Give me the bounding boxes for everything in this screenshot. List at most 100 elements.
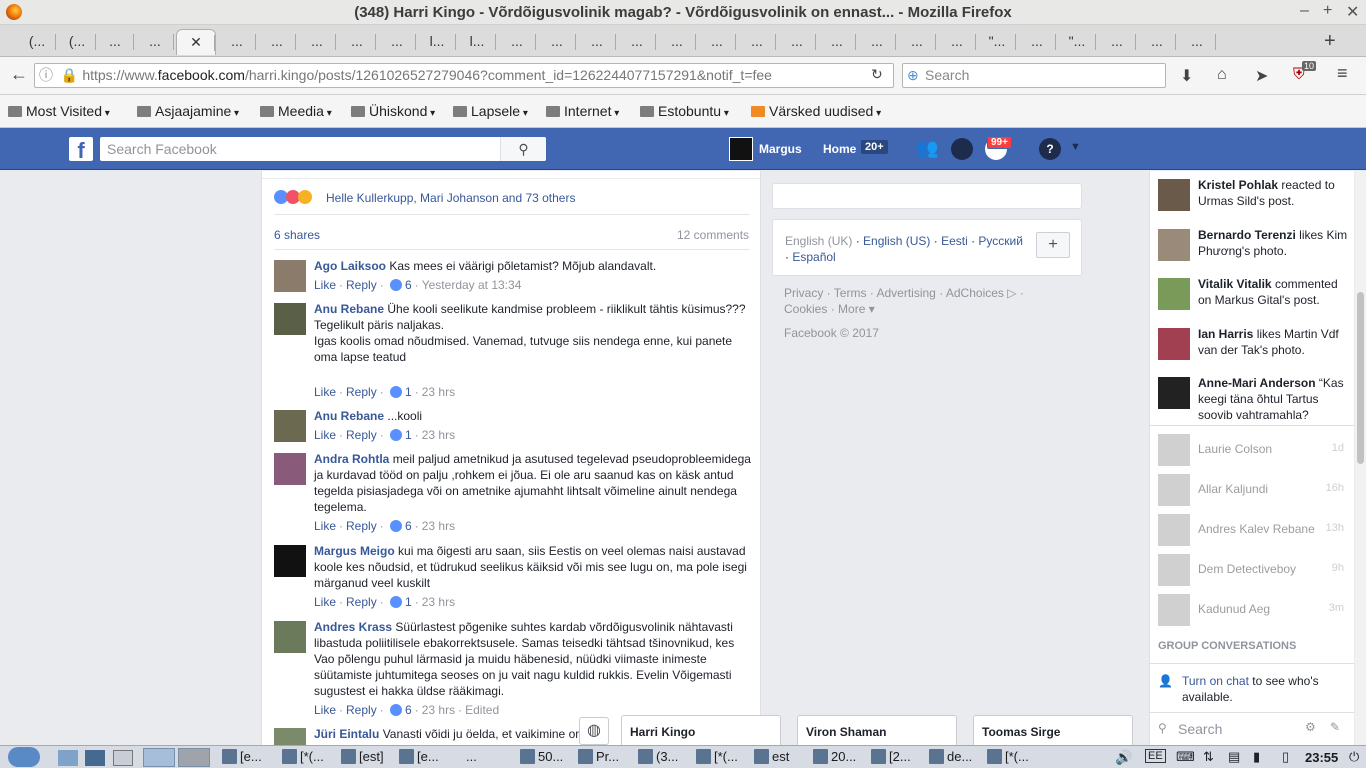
commenter-avatar[interactable] (274, 303, 306, 335)
commenter-name[interactable]: Margus Meigo (314, 544, 395, 558)
window-launcher-icon[interactable] (113, 750, 133, 766)
browser-search-input[interactable]: ⊕ Search (902, 63, 1166, 88)
browser-tab[interactable]: ... (498, 29, 536, 55)
ticker-avatar[interactable] (1158, 377, 1190, 409)
chat-tab-toomas[interactable]: Toomas Sirge (973, 715, 1133, 745)
commenter-name[interactable]: Anu Rebane (314, 409, 384, 423)
messenger-icon[interactable] (951, 138, 973, 160)
chat-contact[interactable]: Dem Detectiveboy 9h (1158, 552, 1348, 588)
like-count-icon[interactable] (390, 596, 403, 608)
lang-espanol[interactable]: Español (792, 250, 835, 264)
comment-time[interactable]: 23 hrs (422, 428, 455, 442)
taskbar-window-button[interactable]: 50... (520, 749, 563, 764)
chat-contact[interactable]: Kadunud Aeg 3m (1158, 592, 1348, 628)
commenter-avatar[interactable] (274, 728, 306, 745)
user-avatar[interactable] (729, 137, 753, 161)
help-icon[interactable]: ? (1039, 138, 1061, 160)
ticker-story[interactable]: Ian Harris likes Martin Vdf van der Tak'… (1158, 326, 1353, 372)
file-manager-icon[interactable] (58, 750, 78, 766)
battery-icon[interactable]: ▯ (1282, 749, 1289, 765)
home-icon[interactable]: ⌂ (1217, 66, 1227, 84)
url-bar[interactable]: ⓘ 🔒 https://www.facebook.com/harri.kingo/… (34, 63, 894, 88)
taskbar-window-button[interactable]: est (754, 749, 789, 764)
reload-icon[interactable]: ↻ (871, 66, 883, 83)
new-tab-icon[interactable]: + (1324, 30, 1336, 53)
commenter-avatar[interactable] (274, 621, 306, 653)
like-link[interactable]: Like (314, 428, 336, 442)
like-count[interactable]: 1 (405, 595, 412, 609)
footer-advertising[interactable]: Advertising (876, 286, 935, 300)
commenter-name[interactable]: Andres Krass (314, 620, 392, 634)
ticker-story[interactable]: Kristel Pohlak reacted to Urmas Sild's p… (1158, 177, 1353, 223)
reply-link[interactable]: Reply (346, 595, 377, 609)
browser-tab[interactable]: ... (258, 29, 296, 55)
network-icon[interactable]: ⇅ (1203, 749, 1214, 765)
commenter-avatar[interactable] (274, 260, 306, 292)
taskbar-window-button[interactable]: [*(... (696, 749, 738, 764)
bookmark-folder[interactable]: Asjaajamine ▾ (137, 103, 239, 119)
lang-eesti[interactable]: Eesti (941, 234, 968, 248)
download-icon[interactable]: ⬇ (1180, 66, 1193, 86)
facebook-search-input[interactable]: Search Facebook (100, 137, 546, 161)
browser-tab[interactable]: ... (218, 29, 256, 55)
taskbar-window-button[interactable]: de... (929, 749, 972, 764)
comment-time[interactable]: 23 hrs (422, 595, 455, 609)
like-count[interactable]: 6 (405, 519, 412, 533)
account-menu-icon[interactable]: ▼ (1070, 141, 1081, 153)
bookmark-folder[interactable]: Internet ▾ (546, 103, 619, 119)
like-count[interactable]: 1 (405, 428, 412, 442)
clipboard-icon[interactable]: ▤ (1228, 749, 1240, 765)
ticker-avatar[interactable] (1158, 328, 1190, 360)
browser-tab[interactable]: ... (738, 29, 776, 55)
browser-tab[interactable]: "... (1058, 29, 1096, 55)
like-link[interactable]: Like (314, 385, 336, 399)
like-count-icon[interactable] (390, 279, 403, 291)
commenter-avatar[interactable] (274, 410, 306, 442)
bookmark-folder[interactable]: Meedia ▾ (260, 103, 332, 119)
browser-tab[interactable]: ... (1178, 29, 1216, 55)
chat-tab-viron[interactable]: Viron Shaman (797, 715, 957, 745)
ticker-name[interactable]: Anne-Mari Anderson (1198, 376, 1316, 390)
browser-tab[interactable]: ... (1138, 29, 1176, 55)
ticker-story[interactable]: Bernardo Terenzi likes Kim Phương's phot… (1158, 227, 1353, 273)
browser-tab[interactable]: ... (938, 29, 976, 55)
browser-tab[interactable]: ... (618, 29, 656, 55)
clock[interactable]: 23:55 (1305, 750, 1338, 765)
browser-tab[interactable]: ... (338, 29, 376, 55)
like-count[interactable]: 6 (405, 278, 412, 292)
ticker-name[interactable]: Bernardo Terenzi (1198, 228, 1296, 242)
turn-on-chat-link[interactable]: Turn on chat (1182, 674, 1249, 688)
browser-tab[interactable]: ... (538, 29, 576, 55)
volume-icon[interactable]: 🔊 (1115, 749, 1132, 766)
chat-contact[interactable]: Allar Kaljundi 16h (1158, 472, 1348, 508)
reply-link[interactable]: Reply (346, 278, 377, 292)
browser-tab[interactable]: l... (458, 29, 496, 55)
ticker-story[interactable]: Anne-Mari Anderson “Kas keegi täna õhtul… (1158, 375, 1353, 422)
browser-tab[interactable]: ... (96, 29, 134, 55)
keyboard-layout-icon[interactable]: EE (1145, 749, 1166, 763)
menu-icon[interactable]: ≡ (1337, 63, 1348, 84)
browser-tab[interactable]: ... (778, 29, 816, 55)
footer-privacy[interactable]: Privacy (784, 286, 823, 300)
comment-time[interactable]: 23 hrs (422, 385, 455, 399)
ticker-avatar[interactable] (1158, 278, 1190, 310)
browser-tab[interactable]: (... (18, 29, 56, 55)
browser-tab[interactable]: ... (298, 29, 336, 55)
taskbar-window-button[interactable]: [*(... (282, 749, 324, 764)
scrollbar-thumb[interactable] (1357, 292, 1364, 464)
ticker-name[interactable]: Ian Harris (1198, 327, 1253, 341)
bookmark-folder[interactable]: Estobuntu ▾ (640, 103, 729, 119)
like-count-icon[interactable] (390, 386, 403, 398)
ticker-name[interactable]: Vitalik Vitalik (1198, 277, 1272, 291)
back-icon[interactable]: ← (10, 64, 28, 85)
bookmark-folder[interactable]: Värsked uudised ▾ (751, 103, 881, 119)
commenter-avatar[interactable] (274, 453, 306, 485)
like-count[interactable]: 1 (405, 385, 412, 399)
edited-label[interactable]: Edited (465, 703, 499, 717)
browser-tab[interactable]: ... (858, 29, 896, 55)
ticker-avatar[interactable] (1158, 179, 1190, 211)
like-count-icon[interactable] (390, 429, 403, 441)
comment-time[interactable]: 23 hrs (422, 703, 455, 717)
bookmark-folder[interactable]: Most Visited ▾ (8, 103, 110, 119)
like-count-icon[interactable] (390, 704, 403, 716)
